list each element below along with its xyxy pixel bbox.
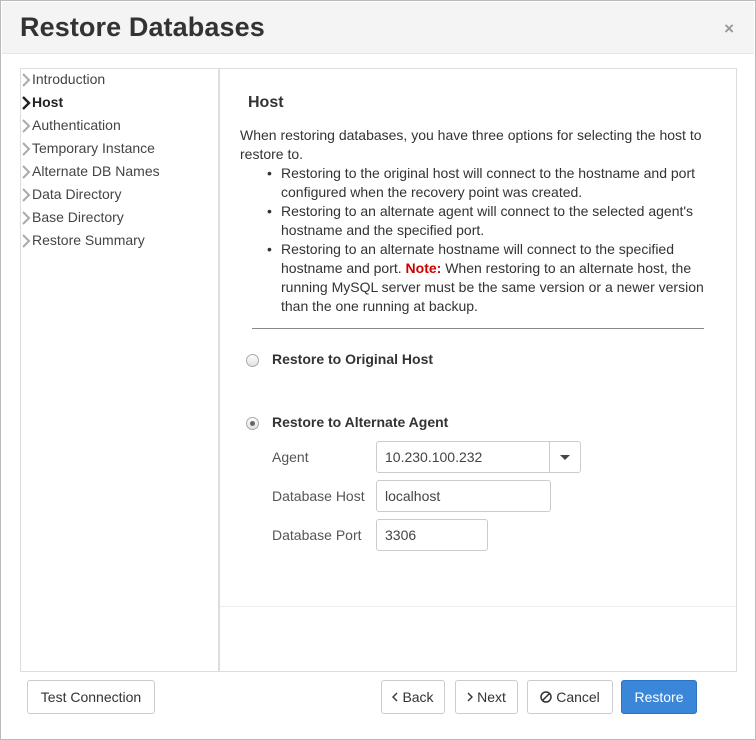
chevron-right-icon — [22, 165, 31, 179]
sidebar-item-label: Restore Summary — [32, 232, 145, 248]
alternate-agent-label[interactable]: Restore to Alternate Agent — [272, 414, 448, 430]
divider — [252, 328, 704, 329]
agent-select-value: 10.230.100.232 — [385, 449, 483, 465]
divider — [220, 606, 736, 607]
close-icon[interactable]: × — [724, 19, 734, 39]
test-connection-button[interactable]: Test Connection — [27, 680, 155, 714]
chevron-right-icon — [22, 73, 31, 87]
cancel-label: Cancel — [556, 689, 600, 705]
intro-text: When restoring databases, you have three… — [240, 127, 702, 162]
wizard-steps-sidebar: Introduction Host Authentication Tempora… — [20, 68, 220, 672]
agent-label: Agent — [272, 449, 309, 465]
list-item: • Restoring to an alternate agent will c… — [267, 203, 694, 238]
list-item: • Restoring to the original host will co… — [267, 165, 696, 200]
original-host-label[interactable]: Restore to Original Host — [272, 351, 433, 367]
database-host-label: Database Host — [272, 488, 365, 504]
host-step-panel: Host When restoring databases, you have … — [220, 68, 737, 672]
bullet-text: Restoring to the original host will conn… — [281, 165, 696, 200]
next-label: Next — [477, 689, 506, 705]
alternate-agent-radio[interactable] — [246, 417, 259, 430]
chevron-right-icon — [22, 96, 31, 110]
agent-select[interactable]: 10.230.100.232 — [376, 441, 581, 473]
chevron-right-icon — [22, 188, 31, 202]
ban-icon — [540, 691, 552, 703]
sidebar-item-label: Data Directory — [32, 186, 122, 202]
caret-down-icon — [560, 455, 570, 460]
sidebar-item-label: Authentication — [32, 117, 121, 133]
database-host-input[interactable] — [376, 480, 551, 512]
chevron-left-icon — [392, 692, 398, 702]
back-label: Back — [402, 689, 434, 705]
chevron-right-icon — [22, 119, 31, 133]
next-button[interactable]: Next — [455, 680, 518, 714]
sidebar-item-label: Temporary Instance — [32, 140, 155, 156]
back-button[interactable]: Back — [381, 680, 445, 714]
restore-button[interactable]: Restore — [621, 680, 697, 714]
sidebar-item-label: Base Directory — [32, 209, 124, 225]
dialog-header: Restore Databases × — [2, 2, 754, 54]
chevron-right-icon — [22, 211, 31, 225]
list-item: • Restoring to an alternate hostname wil… — [267, 241, 704, 314]
database-port-label: Database Port — [272, 527, 362, 543]
sidebar-item-label: Alternate DB Names — [32, 163, 160, 179]
sidebar-item-label: Host — [32, 94, 64, 110]
dialog-title: Restore Databases — [20, 12, 265, 42]
database-port-input[interactable] — [376, 519, 488, 551]
sidebar-item-label: Introduction — [32, 71, 106, 87]
restore-databases-dialog: Restore Databases × Introduction Host Au… — [0, 0, 756, 740]
host-options-list: • Restoring to the original host will co… — [265, 164, 720, 316]
bullet-text: Restoring to an alternate agent will con… — [281, 203, 694, 238]
cancel-button[interactable]: Cancel — [527, 680, 613, 714]
chevron-right-icon — [22, 142, 31, 156]
chevron-right-icon — [22, 234, 31, 248]
note-label: Note: — [405, 260, 442, 276]
original-host-radio[interactable] — [246, 354, 259, 367]
section-title: Host — [248, 94, 284, 111]
chevron-right-icon — [467, 692, 474, 702]
